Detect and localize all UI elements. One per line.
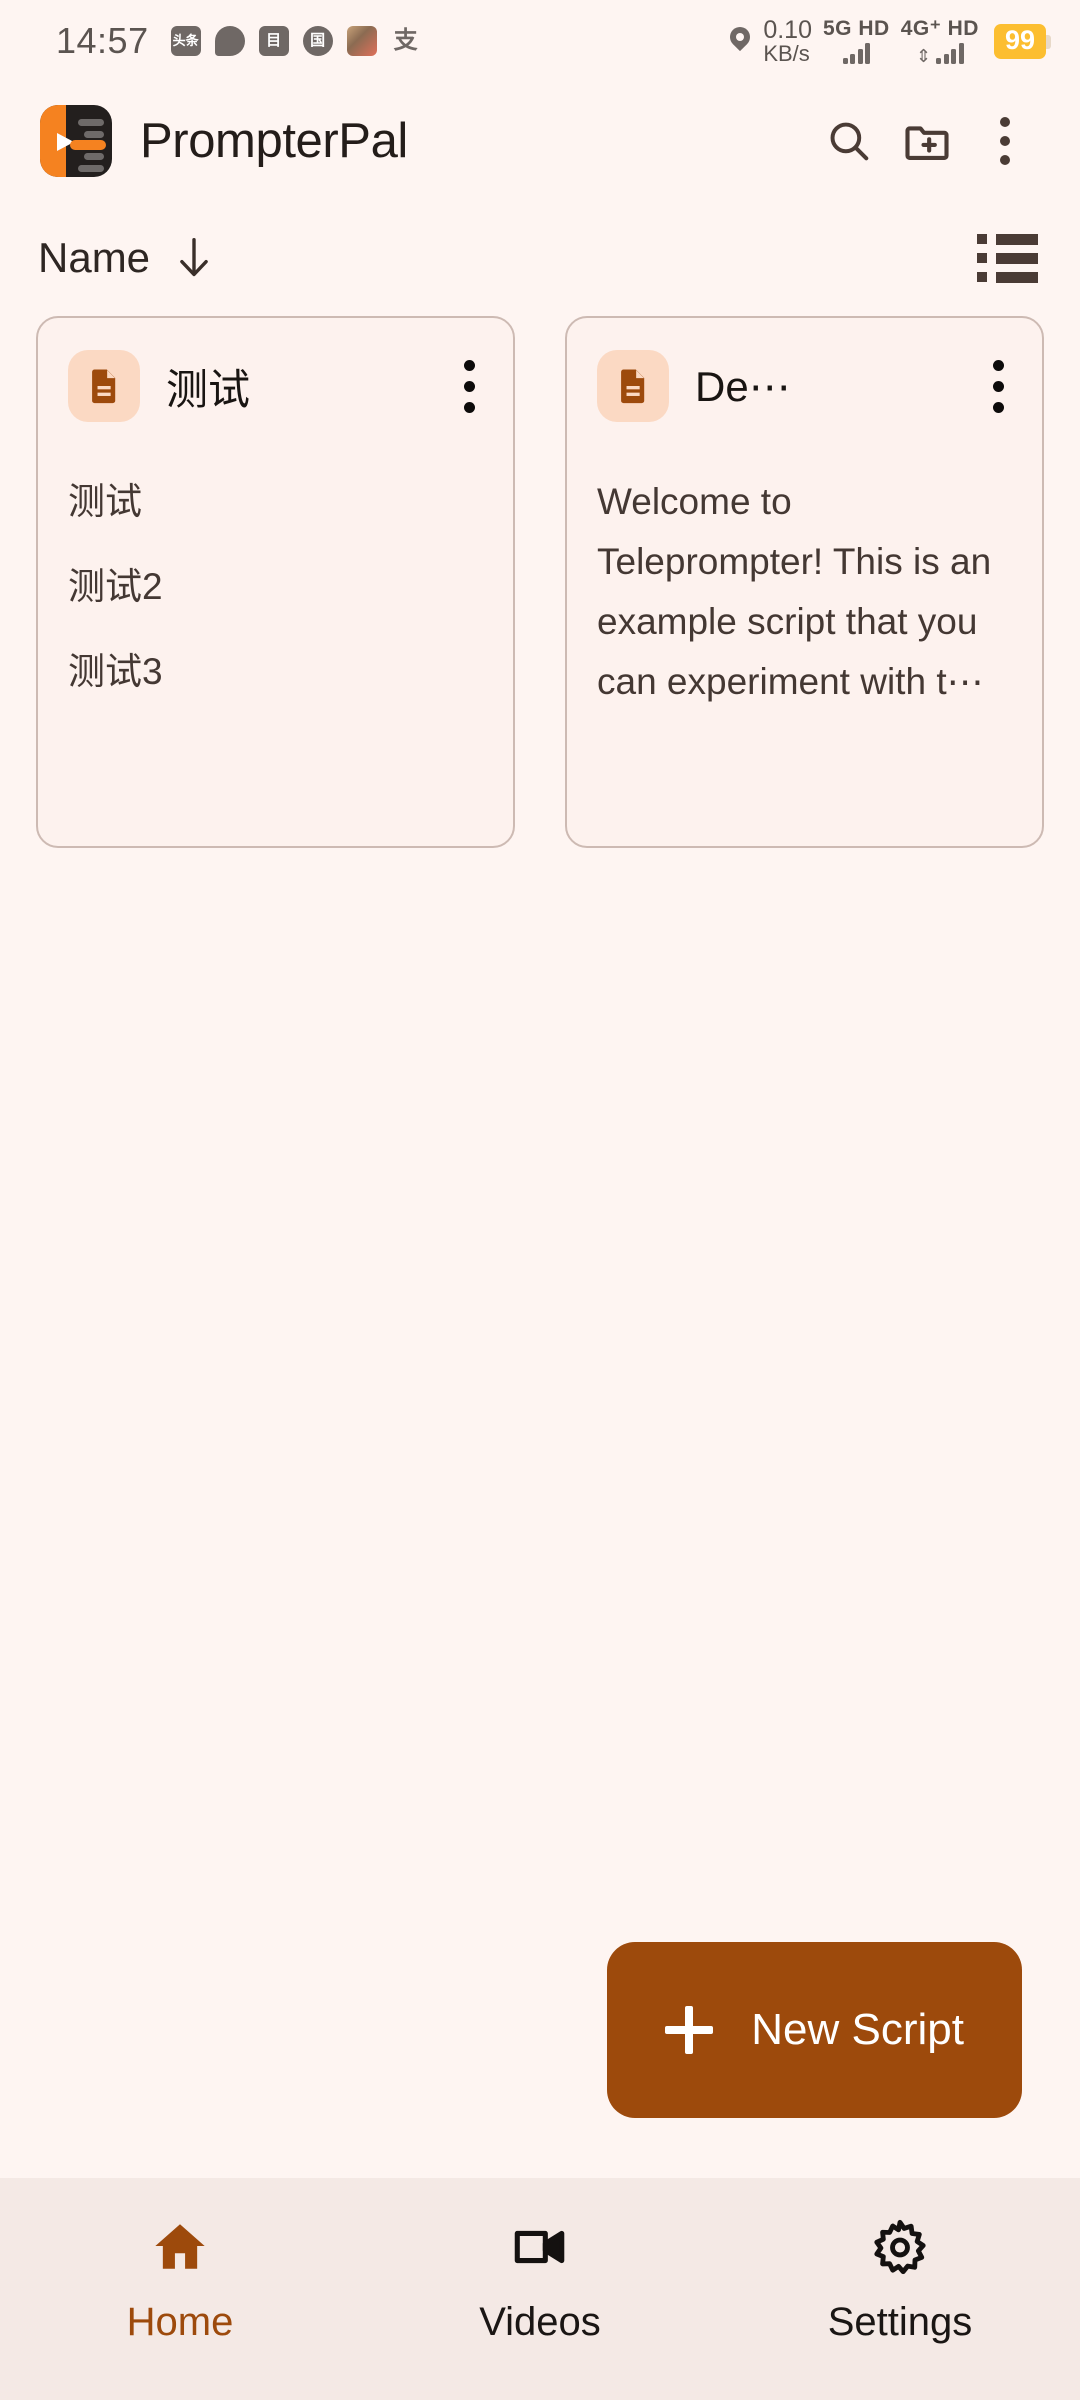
network-speed: 0.10 KB/s (763, 17, 812, 66)
status-bar: 14:57 头条 目 国 支 0.10 KB/s 5G HD 4G⁺ HD ⇕ (0, 0, 1080, 82)
sim2-signal: 4G⁺ HD ⇕ (900, 17, 979, 66)
nav-item-videos[interactable]: Videos (360, 2214, 720, 2345)
script-card-header: 测试 (68, 350, 485, 422)
sim2-signal-bars: ⇕ (916, 39, 964, 66)
script-card-body: Welcome to Teleprompter! This is an exam… (597, 472, 1014, 820)
arrow-down-icon[interactable] (172, 233, 216, 283)
script-card-body: 测试 测试2 测试3 (68, 472, 485, 820)
search-icon[interactable] (810, 102, 888, 180)
list-view-icon[interactable] (977, 233, 1038, 283)
bank-icon: 国 (302, 26, 333, 56)
nav-item-videos-label: Videos (479, 2300, 601, 2344)
sim1-label: 5G HD (823, 17, 890, 40)
nav-item-home[interactable]: Home (0, 2214, 360, 2345)
document-icon (68, 350, 140, 422)
alipay-icon: 支 (393, 27, 418, 54)
home-icon (151, 2214, 209, 2280)
sim1-signal-bars (842, 43, 871, 64)
plus-icon (665, 2006, 714, 2054)
sort-label[interactable]: Name (38, 234, 150, 282)
app-screen: 14:57 头条 目 国 支 0.10 KB/s 5G HD 4G⁺ HD ⇕ (0, 0, 1080, 2400)
wallet-icon: 目 (258, 26, 289, 56)
location-pin-icon (728, 26, 752, 56)
script-card-grid: 测试 测试 测试2 测试3 De⋯ Welcome to Teleprompte… (0, 316, 1080, 848)
toutiao-icon: 头条 (170, 26, 201, 56)
nav-item-settings-label: Settings (827, 2300, 973, 2344)
card-overflow-icon[interactable] (454, 354, 485, 419)
script-card[interactable]: De⋯ Welcome to Teleprompter! This is an … (565, 316, 1044, 848)
prompterpal-logo (40, 105, 112, 177)
sim2-label: 4G⁺ HD (900, 17, 979, 40)
nav-item-settings[interactable]: Settings (720, 2214, 1080, 2345)
script-card-body-line: Welcome to Teleprompter! This is an exam… (597, 481, 1002, 702)
network-speed-value: 0.10 (763, 15, 812, 44)
status-bar-notification-icons: 头条 目 国 支 (170, 26, 421, 56)
script-card-body-line: 测试3 (68, 650, 163, 692)
data-transfer-icon: ⇕ (916, 45, 932, 66)
fab-area: New Script (0, 848, 1080, 2178)
sim1-signal: 5G HD (823, 18, 890, 64)
script-card-body-line: 测试2 (68, 565, 163, 607)
video-camera-icon (511, 2214, 569, 2280)
card-overflow-icon[interactable] (983, 354, 1014, 419)
new-folder-icon[interactable] (888, 102, 966, 180)
script-card-body-line: 测试 (68, 481, 142, 522)
document-icon (597, 350, 669, 422)
app-bar: PrompterPal (0, 82, 1080, 200)
new-script-button-label: New Script (751, 2005, 964, 2054)
script-card-header: De⋯ (597, 350, 1014, 422)
script-card[interactable]: 测试 测试 测试2 测试3 (36, 316, 515, 848)
network-speed-unit: KB/s (763, 40, 810, 66)
script-card-title: 测试 (166, 365, 251, 413)
game-icon (346, 26, 377, 56)
gear-icon (871, 2214, 929, 2280)
sort-row: Name (0, 200, 1080, 316)
nav-item-home-label: Home (126, 2300, 234, 2344)
status-bar-right-cluster: 0.10 KB/s 5G HD 4G⁺ HD ⇕ 99 (728, 17, 1052, 66)
script-card-title: De⋯ (695, 362, 791, 410)
new-script-button[interactable]: New Script (607, 1942, 1022, 2118)
overflow-menu-icon[interactable] (966, 102, 1044, 180)
battery-indicator: 99 (993, 23, 1052, 59)
status-bar-clock: 14:57 (56, 20, 149, 61)
bottom-navigation: Home Videos Settings (0, 2178, 1080, 2400)
chat-bubble-icon (214, 26, 245, 56)
page-title: PrompterPal (140, 114, 408, 168)
